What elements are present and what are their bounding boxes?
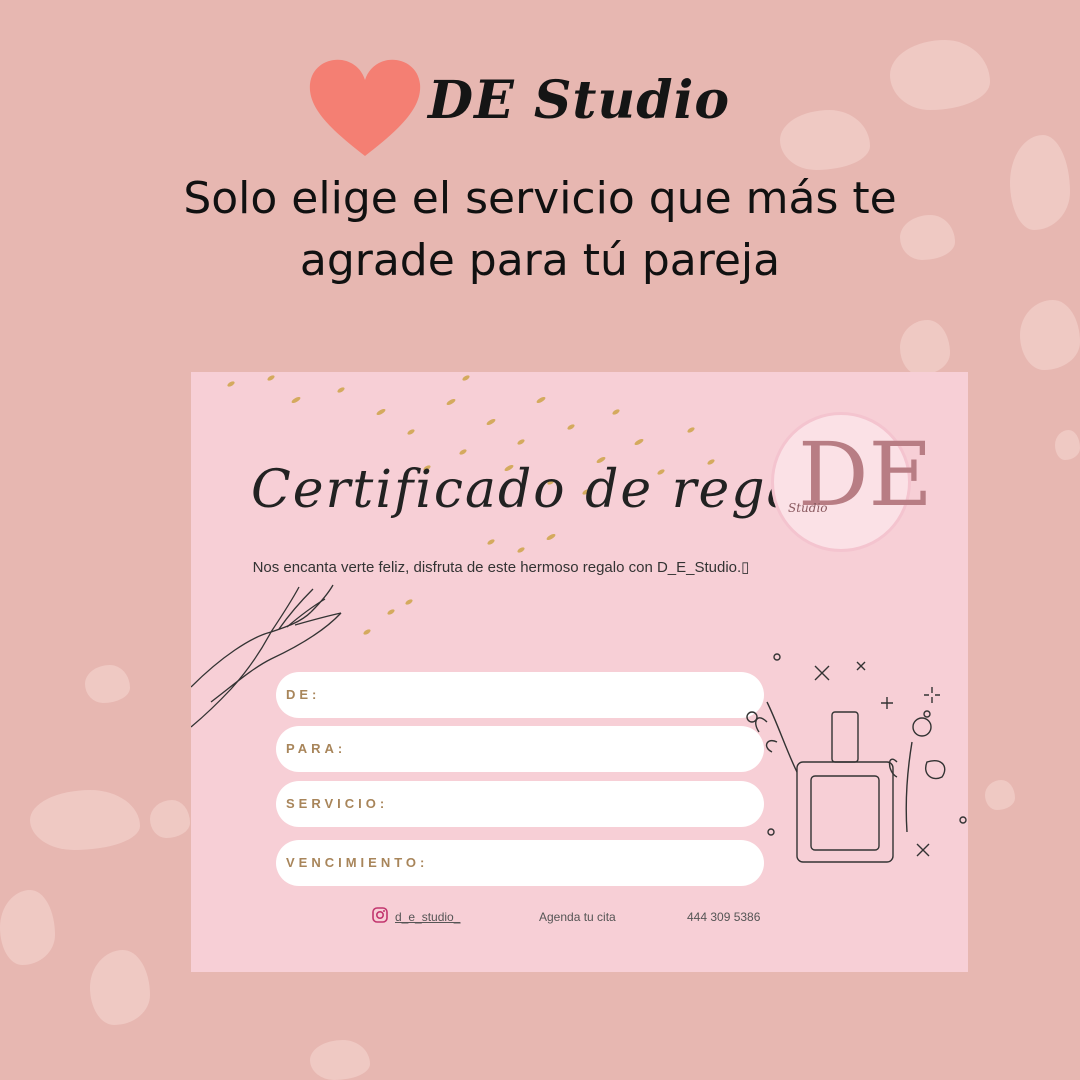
- petal-decoration: [85, 665, 130, 703]
- logo-subtitle: Studio: [788, 501, 828, 515]
- field-de[interactable]: DE:: [276, 672, 764, 718]
- petal-decoration: [30, 790, 140, 850]
- certificate-message: Nos encanta verte feliz, disfruta de est…: [252, 559, 750, 576]
- nail-polish-illustration: [746, 653, 967, 863]
- gift-certificate-card: Certificado de regalo DE Studio Nos enca…: [191, 372, 968, 972]
- tagline-line-2: agrade para tú pareja: [299, 235, 781, 286]
- instagram-icon: [372, 907, 388, 923]
- petal-decoration: [150, 800, 190, 838]
- field-para[interactable]: PARA:: [276, 726, 764, 772]
- petal-decoration: [310, 1040, 370, 1080]
- heart-icon: [309, 59, 421, 157]
- field-vencimiento[interactable]: VENCIMIENTO:: [276, 840, 764, 886]
- petal-decoration: [985, 780, 1015, 810]
- certificate-title: Certificado de regalo: [251, 460, 852, 520]
- tagline: Solo elige el servicio que más te agrade…: [90, 168, 990, 292]
- appointment-cta: Agenda tu cita: [539, 910, 616, 924]
- field-label-servicio: SERVICIO:: [286, 796, 389, 811]
- tagline-line-1: Solo elige el servicio que más te: [183, 173, 897, 224]
- field-label-vencimiento: VENCIMIENTO:: [286, 855, 429, 870]
- field-label-de: DE:: [286, 687, 321, 702]
- brand-name: DE Studio: [428, 70, 731, 131]
- petal-decoration: [90, 950, 150, 1025]
- phone-number: 444 309 5386: [687, 910, 761, 924]
- header: DE Studio Solo elige el servicio que más…: [0, 0, 1080, 330]
- studio-logo: DE Studio: [771, 412, 933, 552]
- field-servicio[interactable]: SERVICIO:: [276, 781, 764, 827]
- instagram-handle[interactable]: d_e_studio_: [395, 910, 460, 924]
- petal-decoration: [0, 890, 55, 965]
- field-label-para: PARA:: [286, 741, 347, 756]
- petal-decoration: [1055, 430, 1080, 460]
